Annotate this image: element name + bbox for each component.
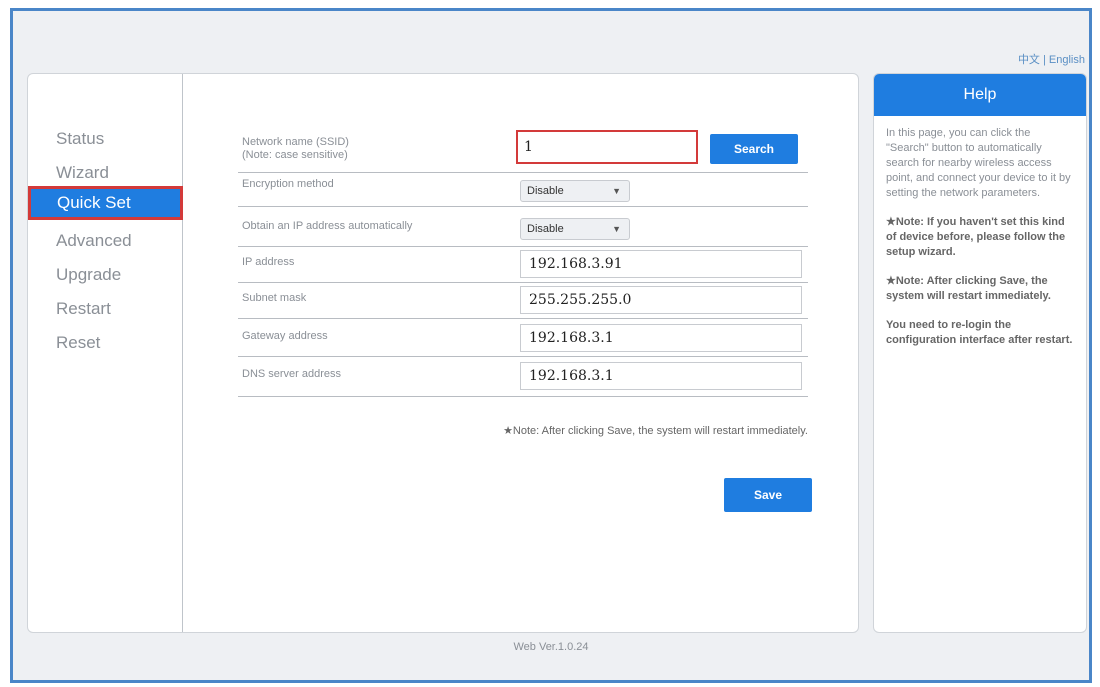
ip-row: IP address 192.168.3.91: [238, 246, 808, 283]
encryption-row: Encryption method Disable ▼: [238, 172, 808, 207]
obtain-ip-row: Obtain an IP address automatically Disab…: [238, 206, 808, 247]
chevron-down-icon: ▼: [612, 186, 621, 196]
sidebar: Status Wizard Quick Set Advanced Upgrade…: [28, 74, 183, 632]
obtain-ip-label: Obtain an IP address automatically: [242, 220, 413, 232]
dns-row: DNS server address 192.168.3.1: [238, 356, 808, 397]
ssid-input[interactable]: 1: [516, 130, 698, 164]
sidebar-item-reset[interactable]: Reset: [28, 326, 183, 360]
encryption-label: Encryption method: [242, 178, 334, 190]
gateway-row: Gateway address 192.168.3.1: [238, 318, 808, 357]
sidebar-item-quick-set[interactable]: Quick Set: [28, 186, 183, 220]
sidebar-item-wizard[interactable]: Wizard: [28, 156, 183, 190]
footer-version: Web Ver.1.0.24: [513, 641, 589, 653]
gateway-input[interactable]: 192.168.3.1: [520, 324, 802, 352]
help-paragraph: In this page, you can click the "Search"…: [886, 127, 1071, 199]
ssid-label: Network name (SSID): [242, 136, 349, 148]
save-button[interactable]: Save: [724, 478, 812, 512]
ssid-note: (Note: case sensitive): [242, 149, 348, 161]
sidebar-item-upgrade[interactable]: Upgrade: [28, 258, 183, 292]
help-panel: Help In this page, you can click the "Se…: [873, 73, 1087, 633]
gateway-label: Gateway address: [242, 330, 328, 342]
obtain-ip-value: Disable: [527, 223, 564, 235]
subnet-label: Subnet mask: [242, 292, 307, 304]
encryption-value: Disable: [527, 185, 564, 197]
help-body: In this page, you can click the "Search"…: [874, 116, 1086, 348]
ip-input[interactable]: 192.168.3.91: [520, 250, 802, 278]
subnet-input[interactable]: 255.255.255.0: [520, 286, 802, 314]
app-window: 中文 | English Status Wizard Quick Set Adv…: [10, 8, 1092, 683]
ip-label: IP address: [242, 256, 295, 268]
dns-label: DNS server address: [242, 368, 342, 380]
help-title: Help: [874, 74, 1086, 116]
obtain-ip-select[interactable]: Disable ▼: [520, 218, 630, 240]
language-switch[interactable]: 中文 | English: [1018, 51, 1085, 67]
sidebar-item-restart[interactable]: Restart: [28, 292, 183, 326]
sidebar-item-advanced[interactable]: Advanced: [28, 224, 183, 258]
search-button[interactable]: Search: [710, 134, 798, 164]
sidebar-item-status[interactable]: Status: [28, 122, 183, 156]
help-paragraph: ★Note: If you haven't set this kind of d…: [886, 216, 1066, 258]
quick-set-form: Network name (SSID) (Note: case sensitiv…: [238, 74, 818, 632]
help-paragraph: You need to re-login the configuration i…: [886, 319, 1073, 346]
main-panel: Status Wizard Quick Set Advanced Upgrade…: [27, 73, 859, 633]
top-bar: 中文 | English: [13, 11, 1089, 71]
restart-note: ★Note: After clicking Save, the system w…: [503, 425, 808, 437]
help-paragraph: ★Note: After clicking Save, the system w…: [886, 275, 1051, 302]
encryption-select[interactable]: Disable ▼: [520, 180, 630, 202]
chevron-down-icon: ▼: [612, 224, 621, 234]
dns-input[interactable]: 192.168.3.1: [520, 362, 802, 390]
subnet-row: Subnet mask 255.255.255.0: [238, 282, 808, 319]
